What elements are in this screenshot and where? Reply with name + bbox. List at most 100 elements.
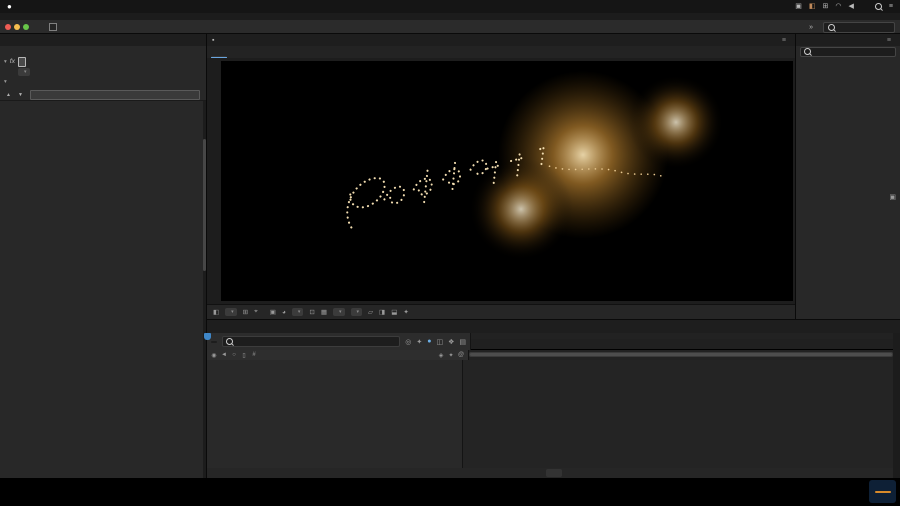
effect-controls-panel: ▾ fx ▾ ▾ ▲ ▼ bbox=[0, 34, 206, 478]
volume-icon[interactable]: ◀ bbox=[849, 3, 854, 10]
timeline-bottom-bar bbox=[207, 468, 900, 478]
preset-file-bar: ▲ ▼ bbox=[0, 90, 206, 100]
effects-presets-header[interactable]: ≡ bbox=[796, 34, 900, 46]
flowchart-icon[interactable]: ✦ bbox=[403, 308, 408, 316]
effects-presets-tree: ▣ bbox=[796, 57, 900, 319]
preset-prev-icon[interactable]: ▲ bbox=[6, 92, 12, 98]
wifi-icon[interactable]: ◠ bbox=[835, 3, 841, 10]
snapping-checkbox[interactable] bbox=[49, 23, 57, 31]
grid-guides-icon[interactable]: ⊞ bbox=[243, 308, 248, 316]
always-preview-icon[interactable]: ◧ bbox=[213, 308, 219, 316]
new-folder-icon[interactable]: ▣ bbox=[889, 193, 896, 201]
audio-column-icon[interactable]: ◄ bbox=[220, 352, 228, 358]
panel-lock-icon[interactable]: ▪ bbox=[212, 37, 214, 44]
effect-twirl-icon[interactable]: ▾ bbox=[4, 59, 7, 65]
fireworks-artwork bbox=[221, 61, 793, 301]
panel-menu-icon[interactable]: ≡ bbox=[778, 37, 790, 44]
snapping-control[interactable] bbox=[49, 23, 60, 31]
magnification-dropdown[interactable]: ▾ bbox=[225, 308, 237, 316]
composition-viewer-panel: ▪ ≡ bbox=[207, 34, 795, 319]
search-help-box[interactable] bbox=[823, 22, 895, 33]
minimize-window-button[interactable] bbox=[14, 24, 20, 30]
fast-preview-icon[interactable]: ◨ bbox=[379, 308, 385, 316]
timeline-button-icon[interactable]: ⬓ bbox=[391, 308, 397, 316]
fx-badge-icon: fx bbox=[10, 58, 15, 65]
menu-extra-icon-3[interactable]: ⊞ bbox=[823, 3, 829, 10]
timeline-search-icon bbox=[226, 338, 233, 345]
effects-presets-panel: ≡ ▣ bbox=[796, 34, 900, 319]
section-twirl-icon[interactable]: ▾ bbox=[4, 79, 7, 85]
resolution-dropdown[interactable]: ▾ bbox=[292, 308, 304, 316]
pixel-aspect-icon[interactable]: ▱ bbox=[368, 308, 373, 316]
effect-controls-source bbox=[0, 46, 206, 56]
work-area-bar[interactable] bbox=[469, 352, 893, 357]
menubar-status: ▣ ◧ ⊞ ◠ ◀ ≡ bbox=[795, 3, 893, 10]
switches-column-icon[interactable]: ◈ bbox=[437, 352, 445, 359]
burst-glow-right bbox=[628, 75, 724, 170]
transparency-grid-icon[interactable]: ▦ bbox=[321, 308, 327, 316]
frame-blend-icon[interactable]: ◫ bbox=[436, 338, 443, 346]
region-of-interest-icon[interactable]: ⊡ bbox=[309, 308, 314, 316]
viewer-tab-row bbox=[207, 46, 795, 58]
viewer-canvas-area bbox=[207, 58, 795, 304]
timeline-panel: ◎ ✦ ● ◫ ❖ ▤ ◉ ◄ ○ ▯ # bbox=[207, 320, 900, 478]
spotlight-icon[interactable] bbox=[875, 3, 882, 10]
view-layout-dropdown[interactable]: ▾ bbox=[351, 308, 363, 316]
index-column-label: # bbox=[250, 352, 258, 358]
time-ruler[interactable] bbox=[471, 339, 893, 350]
animation-presets-dropdown[interactable]: ▾ bbox=[18, 68, 30, 76]
composition-canvas[interactable] bbox=[221, 61, 793, 301]
solo-column-icon[interactable]: ○ bbox=[230, 352, 238, 358]
zoom-window-button[interactable] bbox=[23, 24, 29, 30]
timeline-tabs bbox=[207, 320, 900, 333]
effect-header-row[interactable]: ▾ fx bbox=[0, 56, 206, 67]
timeline-body: ◎ ✦ ● ◫ ❖ ▤ ◉ ◄ ○ ▯ # bbox=[207, 333, 900, 478]
channel-icon[interactable]: ◕ bbox=[282, 309, 286, 316]
graph-editor-icon[interactable]: ▤ bbox=[459, 338, 466, 346]
effects-presets-search-row bbox=[796, 46, 900, 57]
workspace-overflow-icon[interactable]: » bbox=[809, 24, 813, 31]
animation-presets-row: ▾ bbox=[0, 67, 206, 77]
menu-extra-icon-2[interactable]: ◧ bbox=[809, 3, 816, 10]
letterbox-footer bbox=[0, 478, 900, 506]
window-title bbox=[0, 13, 900, 20]
notification-center-icon[interactable]: ≡ bbox=[889, 3, 893, 10]
close-window-button[interactable] bbox=[5, 24, 11, 30]
composition-panel-header[interactable]: ▪ ≡ bbox=[207, 34, 795, 46]
effects-presets-search-input[interactable] bbox=[800, 47, 896, 57]
effect-controls-tabs bbox=[0, 34, 206, 46]
timeline-vertical-scrollbar[interactable] bbox=[893, 333, 900, 478]
search-icon bbox=[804, 48, 811, 55]
after-effects-screen: ● ▣ ◧ ⊞ ◠ ◀ ≡ » bbox=[0, 0, 900, 506]
hide-shy-icon[interactable]: ● bbox=[427, 338, 431, 345]
timeline-timecode[interactable] bbox=[211, 341, 217, 343]
lock-column-icon[interactable]: ▯ bbox=[240, 352, 248, 359]
effect-name[interactable] bbox=[18, 57, 26, 67]
toggle-switches-button[interactable] bbox=[546, 469, 562, 477]
effect-controls-scrollbar[interactable] bbox=[203, 101, 206, 478]
effect-section-row[interactable]: ▾ bbox=[0, 77, 206, 86]
mask-visibility-icon[interactable]: ⌖ bbox=[254, 308, 258, 316]
preset-file-name[interactable] bbox=[30, 90, 200, 100]
php-watermark-underline bbox=[875, 491, 891, 493]
php-watermark bbox=[869, 480, 896, 503]
draft-3d-icon[interactable]: ✦ bbox=[416, 338, 422, 346]
composition-mini-flowchart-icon[interactable]: ◎ bbox=[405, 338, 411, 346]
timeline-column-headers: ◉ ◄ ○ ▯ # ◈ ✦ @ bbox=[207, 350, 900, 360]
parent-column-icon[interactable]: @ bbox=[457, 352, 465, 358]
timeline-search-input[interactable] bbox=[222, 336, 400, 347]
video-column-icon[interactable]: ◉ bbox=[210, 352, 218, 359]
motion-blur-icon[interactable]: ❖ bbox=[448, 338, 454, 346]
preset-next-icon[interactable]: ▼ bbox=[18, 92, 24, 98]
camera-dropdown[interactable]: ▾ bbox=[333, 308, 345, 316]
effect-parameters bbox=[0, 100, 206, 478]
effects-presets-menu-icon[interactable]: ≡ bbox=[883, 37, 895, 44]
burst-glow-low bbox=[469, 158, 573, 261]
snapshot-icon[interactable]: ▣ bbox=[270, 308, 276, 316]
workspace-bar: » bbox=[799, 22, 895, 33]
menu-extra-icon-1[interactable]: ▣ bbox=[795, 3, 802, 10]
apple-logo-icon[interactable]: ● bbox=[7, 2, 12, 11]
current-time-indicator-head[interactable] bbox=[204, 333, 211, 340]
app-toolbar: » bbox=[0, 20, 900, 35]
fx-column-icon[interactable]: ✦ bbox=[447, 352, 455, 359]
